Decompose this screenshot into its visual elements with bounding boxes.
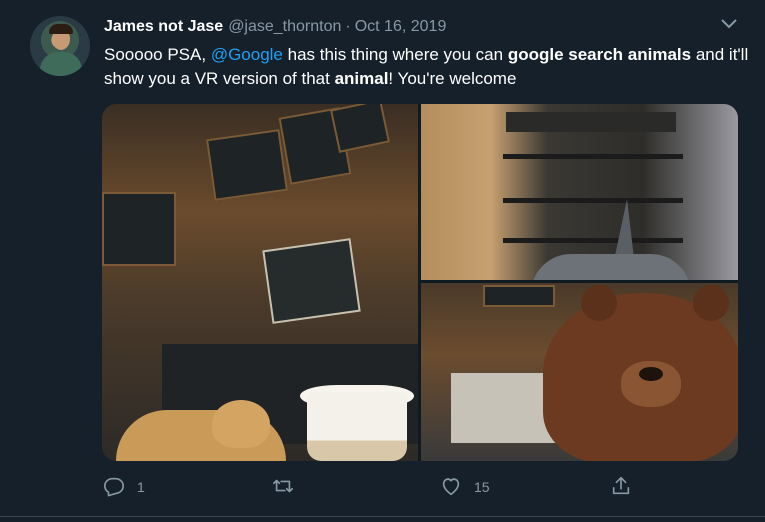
like-button[interactable]: 15 (440, 472, 490, 502)
mention-link[interactable]: @Google (211, 45, 283, 64)
reply-icon (103, 475, 125, 500)
tweet-header: James not Jase @jase_thornton · Oct 16, … (104, 16, 446, 38)
tweet-text-part: ! You're welcome (388, 69, 517, 88)
author-name[interactable]: James not Jase (104, 18, 223, 36)
chevron-down-icon[interactable] (719, 16, 739, 32)
action-bar: 1 15 (0, 472, 765, 502)
tweet-text-part: Sooooo PSA, (104, 45, 211, 64)
tweet-text-bold: google search animals (507, 45, 692, 64)
tweet-text-part: has this thing where you can (282, 45, 508, 64)
divider (0, 516, 765, 517)
tweet-card[interactable]: James not Jase @jase_thornton · Oct 16, … (0, 0, 765, 522)
share-button[interactable] (610, 472, 632, 502)
photo-cafe-dog[interactable] (102, 104, 418, 461)
reply-count: 1 (137, 479, 145, 495)
share-icon (610, 475, 632, 500)
avatar[interactable] (30, 16, 90, 76)
tweet-text: Sooooo PSA, @Google has this thing where… (104, 43, 749, 91)
photo-cafe-bear[interactable] (421, 283, 738, 461)
retweet-icon (272, 475, 294, 500)
tweet-date[interactable]: Oct 16, 2019 (355, 18, 447, 36)
media-grid (102, 104, 738, 461)
reply-button[interactable]: 1 (103, 472, 145, 502)
tweet-text-bold: animal (334, 69, 389, 88)
photo-shelves-shark[interactable] (421, 104, 738, 280)
separator-dot: · (345, 18, 351, 35)
retweet-button[interactable] (272, 472, 306, 502)
like-count: 15 (474, 479, 490, 495)
like-icon (440, 475, 462, 500)
author-handle[interactable]: @jase_thornton (228, 18, 341, 36)
